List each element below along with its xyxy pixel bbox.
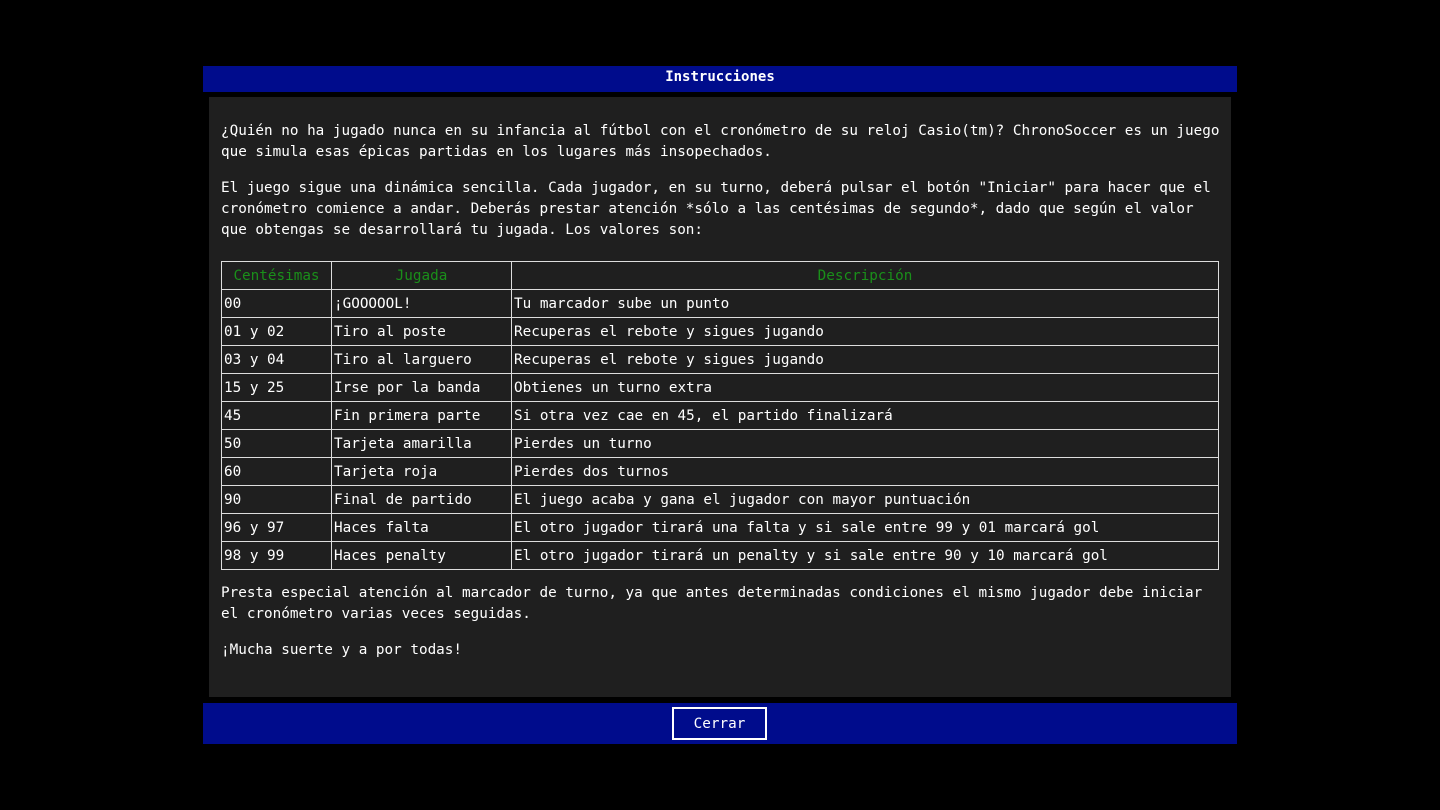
close-button[interactable]: Cerrar <box>672 707 767 740</box>
cell-descripcion: Recuperas el rebote y sigues jugando <box>511 317 1219 346</box>
cell-jugada: Tiro al larguero <box>331 345 512 374</box>
cell-descripcion: Obtienes un turno extra <box>511 373 1219 402</box>
values-table: Centésimas Jugada Descripción 00 ¡GOOOOO… <box>221 261 1219 570</box>
cell-centesimas: 03 y 04 <box>221 345 332 374</box>
intro-paragraph: ¿Quién no ha jugado nunca en su infancia… <box>221 123 1229 160</box>
cell-jugada: Fin primera parte <box>331 401 512 430</box>
header-centesimas: Centésimas <box>221 261 332 290</box>
cell-jugada: Final de partido <box>331 485 512 514</box>
cell-jugada: Irse por la banda <box>331 373 512 402</box>
cell-descripcion: Si otra vez cae en 45, el partido finali… <box>511 401 1219 430</box>
cell-descripcion: El juego acaba y gana el jugador con may… <box>511 485 1219 514</box>
cell-centesimas: 98 y 99 <box>221 541 332 570</box>
cell-centesimas: 45 <box>221 401 332 430</box>
table-row: 45 Fin primera parte Si otra vez cae en … <box>221 401 1219 430</box>
cell-jugada: Tarjeta amarilla <box>331 429 512 458</box>
table-row: 00 ¡GOOOOOL! Tu marcador sube un punto <box>221 289 1219 318</box>
farewell-text: ¡Mucha suerte y a por todas! <box>221 642 463 658</box>
cell-centesimas: 00 <box>221 289 332 318</box>
cell-descripcion: Pierdes dos turnos <box>511 457 1219 486</box>
cell-centesimas: 90 <box>221 485 332 514</box>
rules-paragraph: El juego sigue una dinámica sencilla. Ca… <box>221 180 1220 238</box>
table-row: 96 y 97 Haces falta El otro jugador tira… <box>221 513 1219 542</box>
cell-centesimas: 96 y 97 <box>221 513 332 542</box>
table-row: 15 y 25 Irse por la banda Obtienes un tu… <box>221 373 1219 402</box>
cell-centesimas: 50 <box>221 429 332 458</box>
turn-note-paragraph: Presta especial atención al marcador de … <box>221 585 1211 622</box>
table-row: 60 Tarjeta roja Pierdes dos turnos <box>221 457 1219 486</box>
header-jugada: Jugada <box>331 261 512 290</box>
table-row: 03 y 04 Tiro al larguero Recuperas el re… <box>221 345 1219 374</box>
cell-descripcion: Recuperas el rebote y sigues jugando <box>511 345 1219 374</box>
instructions-panel: ¿Quién no ha jugado nunca en su infancia… <box>209 97 1231 697</box>
header-descripcion: Descripción <box>511 261 1219 290</box>
dialog-title: Instrucciones <box>203 66 1237 92</box>
cell-jugada: ¡GOOOOOL! <box>331 289 512 318</box>
table-row: 90 Final de partido El juego acaba y gan… <box>221 485 1219 514</box>
table-header-row: Centésimas Jugada Descripción <box>221 261 1219 290</box>
cell-descripcion: El otro jugador tirará un penalty y si s… <box>511 541 1219 570</box>
cell-centesimas: 60 <box>221 457 332 486</box>
cell-centesimas: 01 y 02 <box>221 317 332 346</box>
cell-descripcion: El otro jugador tirará una falta y si sa… <box>511 513 1219 542</box>
cell-jugada: Tiro al poste <box>331 317 512 346</box>
cell-jugada: Haces falta <box>331 513 512 542</box>
cell-jugada: Tarjeta roja <box>331 457 512 486</box>
table-row: 50 Tarjeta amarilla Pierdes un turno <box>221 429 1219 458</box>
table-row: 01 y 02 Tiro al poste Recuperas el rebot… <box>221 317 1219 346</box>
cell-descripcion: Pierdes un turno <box>511 429 1219 458</box>
cell-descripcion: Tu marcador sube un punto <box>511 289 1219 318</box>
dialog-footer: Cerrar <box>203 703 1237 744</box>
cell-jugada: Haces penalty <box>331 541 512 570</box>
table-row: 98 y 99 Haces penalty El otro jugador ti… <box>221 541 1219 570</box>
cell-centesimas: 15 y 25 <box>221 373 332 402</box>
instructions-dialog: Instrucciones ¿Quién no ha jugado nunca … <box>203 66 1237 744</box>
